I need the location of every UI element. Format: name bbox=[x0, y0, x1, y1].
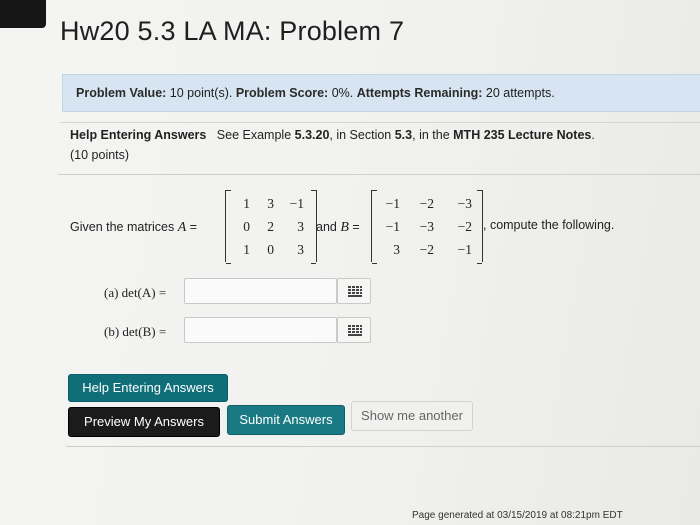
page-generated-footer: Page generated at 03/15/2019 at 08:21pm … bbox=[412, 510, 623, 521]
divider bbox=[60, 122, 700, 123]
matrix-a: 1 3 −1 0 2 3 1 0 3 bbox=[225, 190, 317, 264]
matrix-cell: 0 bbox=[243, 219, 250, 234]
in-section-text: , in Section bbox=[329, 128, 392, 142]
given-text: Given the matrices A = bbox=[70, 220, 197, 236]
question-a-label: (a) det(A) = bbox=[104, 285, 167, 300]
submit-answers-button[interactable]: Submit Answers bbox=[227, 405, 345, 435]
matrix-b-name: B bbox=[340, 220, 349, 235]
question-b-label: (b) det(B) = bbox=[104, 324, 167, 339]
problem-points: (10 points) bbox=[70, 148, 130, 162]
answer-input-a[interactable] bbox=[184, 278, 337, 304]
problem-value-label: Problem Value: bbox=[76, 86, 167, 100]
and-text: and B = bbox=[316, 220, 360, 236]
matrix-cell: −1 bbox=[385, 219, 400, 234]
matrix-cell: 0 bbox=[267, 242, 274, 257]
period: . bbox=[591, 128, 595, 142]
matrix-cell: −1 bbox=[289, 196, 304, 211]
screen-bezel bbox=[0, 0, 46, 28]
matrix-cell: 3 bbox=[297, 219, 304, 234]
compute-text: , compute the following. bbox=[483, 218, 615, 232]
matrix-b: −1 −2 −3 −1 −3 −2 3 −2 −1 bbox=[371, 190, 483, 264]
help-line: Help Entering Answers See Example 5.3.20… bbox=[70, 128, 595, 142]
answer-input-b[interactable] bbox=[184, 317, 337, 343]
matrix-cell: 1 bbox=[243, 196, 250, 211]
matrix-cell: 2 bbox=[267, 219, 274, 234]
webwork-page: Hw20 5.3 LA MA: Problem 7 Problem Value:… bbox=[0, 0, 700, 525]
grid-icon bbox=[348, 325, 362, 336]
matrix-cell: −3 bbox=[457, 196, 472, 211]
equation-editor-button-b[interactable] bbox=[337, 317, 371, 343]
equation-editor-button-a[interactable] bbox=[337, 278, 371, 304]
problem-statement: Given the matrices A = 1 3 −1 0 2 3 1 0 … bbox=[70, 190, 695, 264]
problem-score-label: Problem Score: bbox=[235, 86, 329, 100]
attempts-remaining: 20 attempts. bbox=[485, 86, 555, 100]
matrix-cell: −3 bbox=[419, 219, 434, 234]
show-another-button[interactable]: Show me another bbox=[351, 401, 473, 431]
problem-info-bar: Problem Value: 10 point(s). Problem Scor… bbox=[62, 74, 700, 112]
matrix-cell: −2 bbox=[457, 219, 472, 234]
page-title: Hw20 5.3 LA MA: Problem 7 bbox=[60, 16, 405, 46]
and-label: and bbox=[316, 220, 337, 234]
matrix-a-name: A bbox=[177, 220, 187, 235]
attempts-label: Attempts Remaining: bbox=[356, 86, 483, 100]
help-entering-answers-button[interactable]: Help Entering Answers bbox=[68, 374, 228, 402]
grid-icon bbox=[348, 286, 362, 297]
problem-score: 0%. bbox=[331, 86, 354, 100]
matrix-cell: −2 bbox=[419, 242, 434, 257]
matrix-cell: 3 bbox=[267, 196, 274, 211]
divider bbox=[66, 446, 700, 447]
section-number: 5.3 bbox=[394, 128, 413, 142]
given-label: Given the matrices bbox=[70, 220, 175, 234]
matrix-cell: 1 bbox=[243, 242, 250, 257]
divider bbox=[58, 174, 700, 175]
in-the-text: , in the bbox=[412, 128, 450, 142]
see-example-text: See Example bbox=[216, 128, 292, 142]
equals-sign: = bbox=[352, 220, 360, 234]
equals-sign: = bbox=[189, 220, 198, 234]
matrix-cell: 3 bbox=[393, 242, 400, 257]
problem-value: 10 point(s). bbox=[169, 86, 233, 100]
help-entering-answers-label: Help Entering Answers bbox=[70, 128, 207, 142]
matrix-cell: 3 bbox=[297, 242, 304, 257]
preview-answers-button[interactable]: Preview My Answers bbox=[68, 407, 220, 437]
matrix-cell: −1 bbox=[457, 242, 472, 257]
example-number: 5.3.20 bbox=[294, 128, 330, 142]
lecture-notes-name: MTH 235 Lecture Notes bbox=[453, 128, 592, 142]
matrix-cell: −1 bbox=[385, 196, 400, 211]
matrix-cell: −2 bbox=[419, 196, 434, 211]
